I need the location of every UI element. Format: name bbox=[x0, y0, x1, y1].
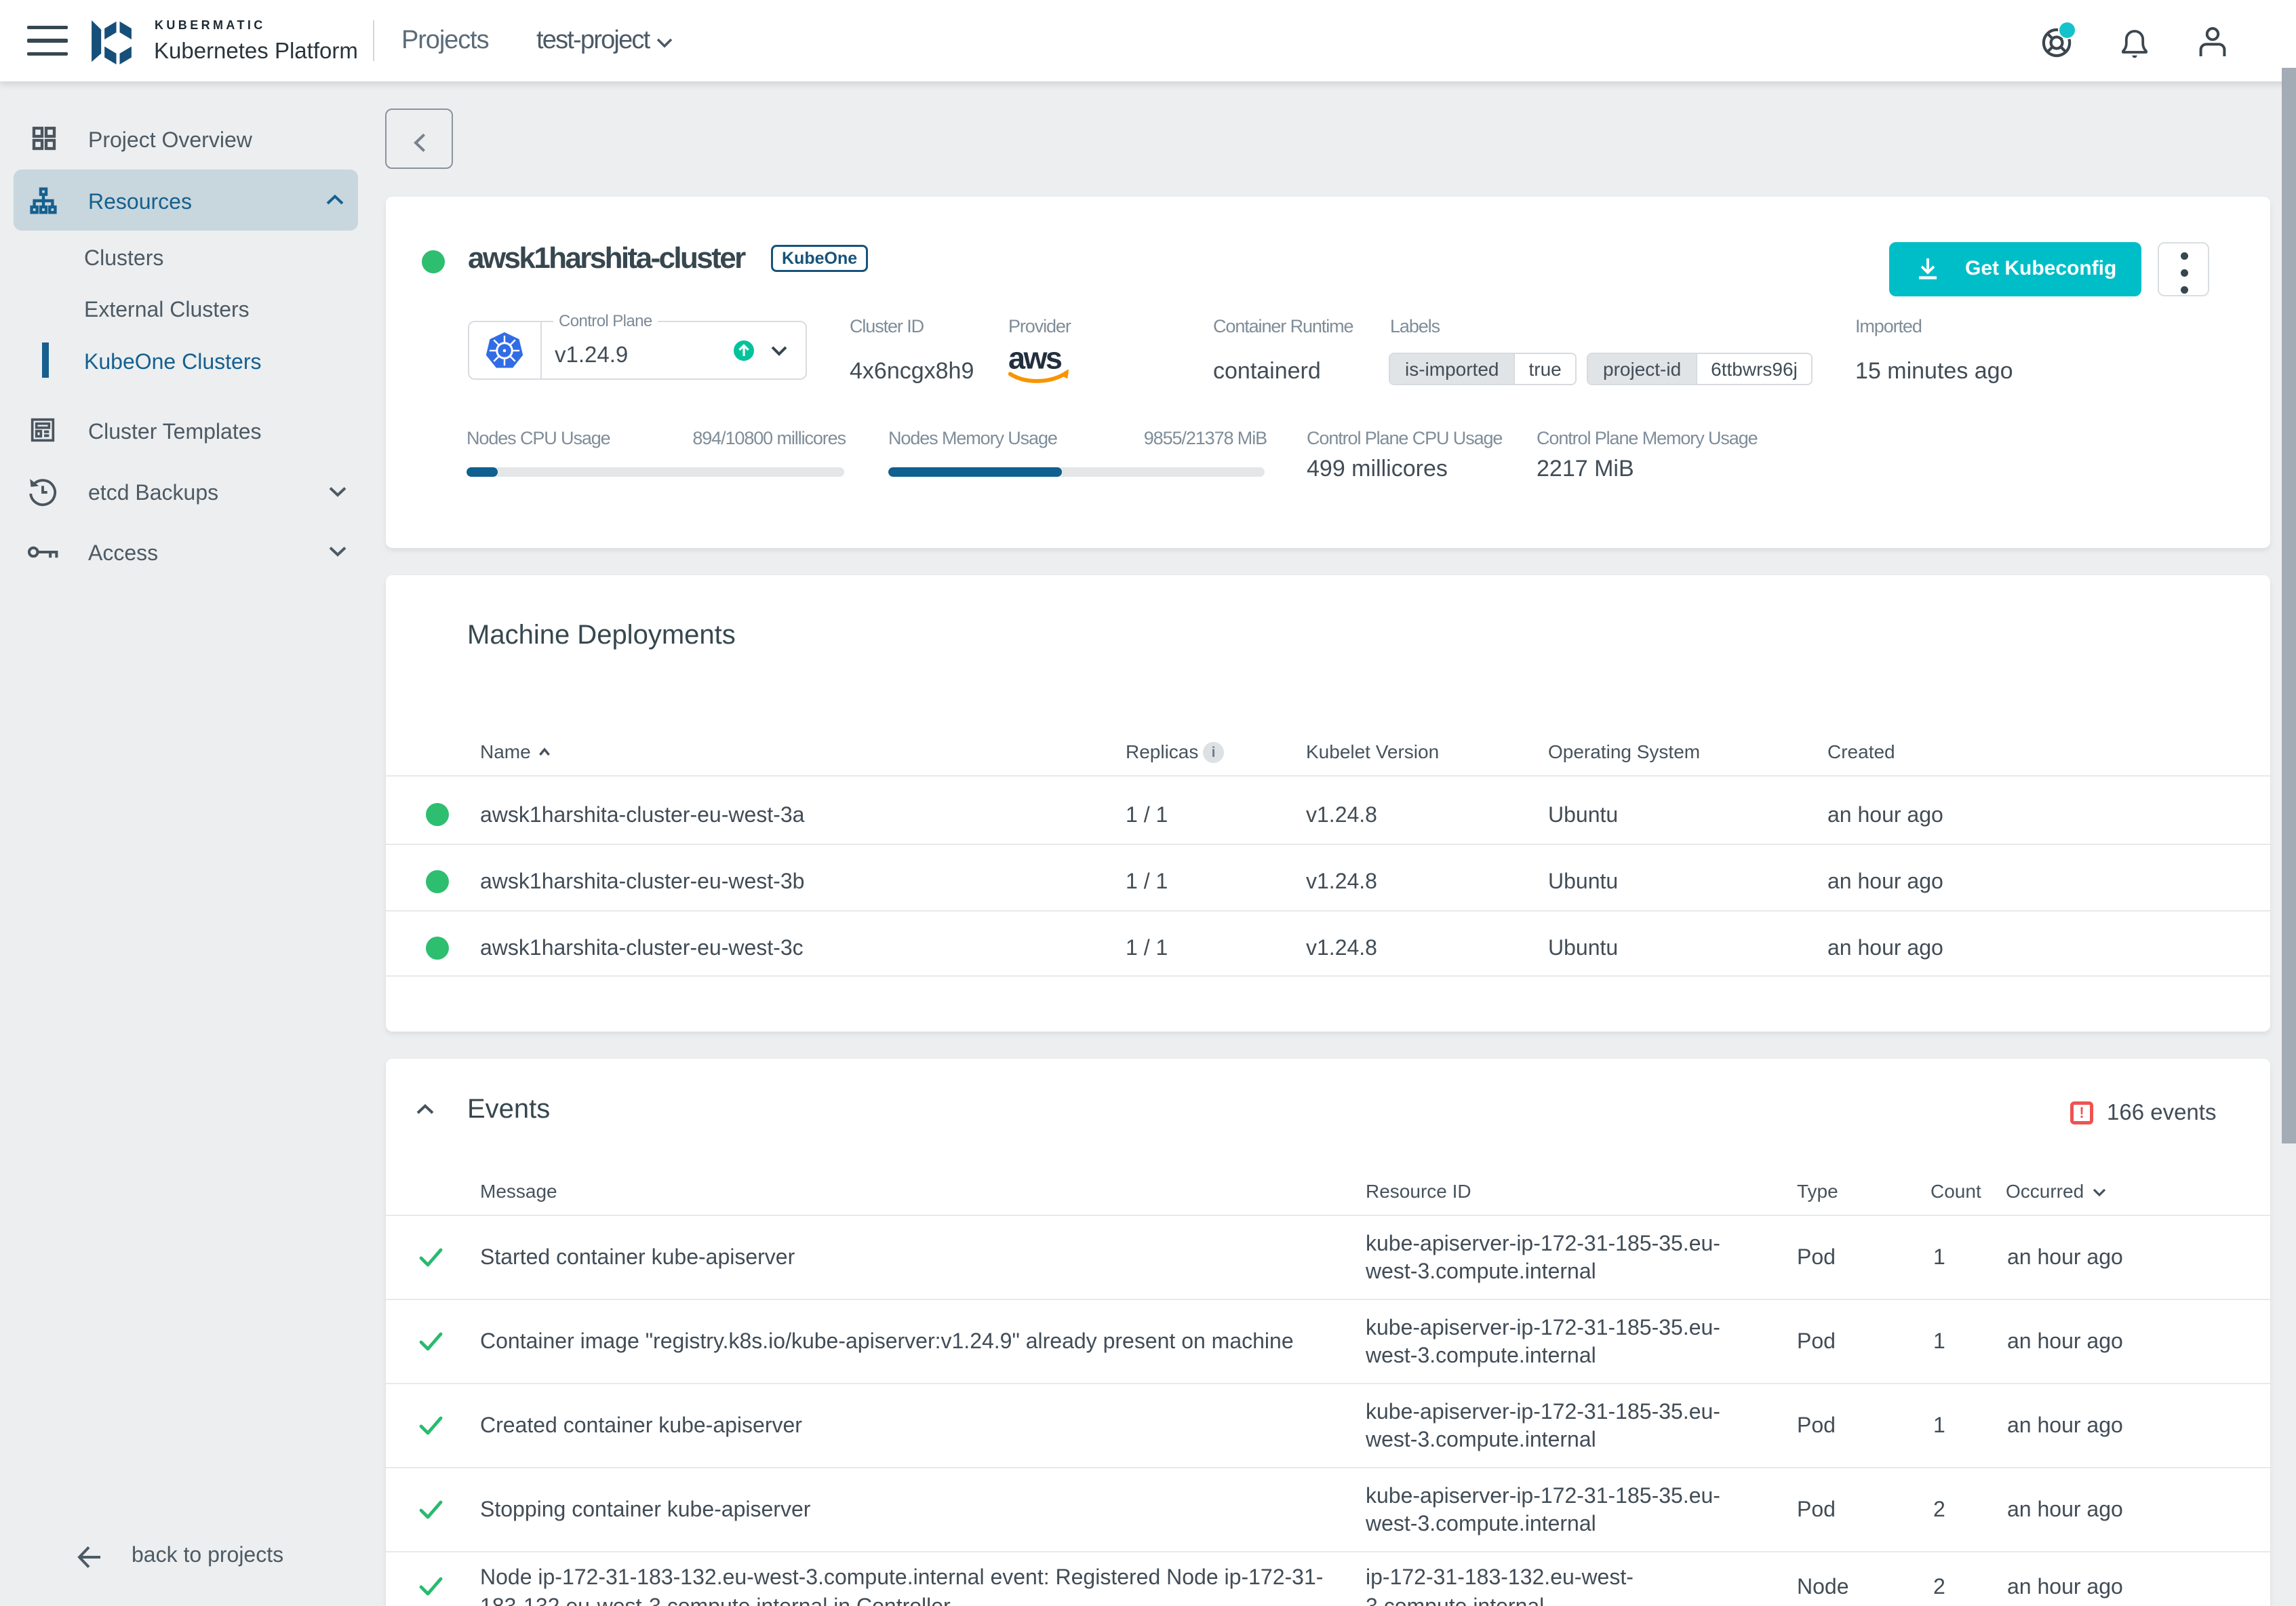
svg-text:aws: aws bbox=[1008, 341, 1062, 376]
